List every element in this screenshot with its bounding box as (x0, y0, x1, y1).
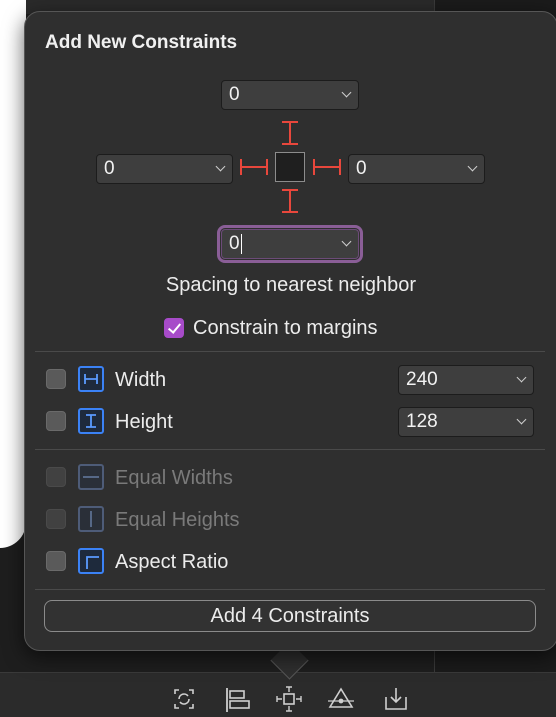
equal-heights-icon (78, 506, 104, 532)
bottom-spacing-dropdown[interactable]: 0 (217, 225, 363, 263)
canvas-view-background (0, 0, 26, 548)
bottom-strut-cap[interactable] (282, 211, 298, 213)
divider (35, 449, 545, 450)
width-value-dropdown[interactable]: 240 (398, 365, 534, 395)
chevron-down-icon (467, 161, 478, 172)
top-strut[interactable] (289, 121, 291, 145)
aspect-ratio-icon (78, 548, 104, 574)
equal-heights-label: Equal Heights (115, 509, 240, 531)
align-icon[interactable] (223, 685, 251, 713)
bottom-strut[interactable] (289, 189, 291, 213)
right-spacing-value: 0 (356, 158, 367, 179)
width-label: Width (115, 369, 167, 391)
right-strut[interactable] (313, 166, 341, 168)
width-checkbox[interactable] (46, 369, 66, 389)
height-checkbox[interactable] (46, 411, 66, 431)
height-constraint-icon (78, 408, 104, 434)
equal-widths-icon (78, 464, 104, 490)
left-spacing-value: 0 (104, 158, 115, 179)
right-strut-cap[interactable] (339, 159, 341, 175)
chevron-down-icon (516, 372, 527, 383)
constrain-to-margins-label: Constrain to margins (193, 317, 378, 339)
top-strut-cap[interactable] (282, 143, 298, 145)
spacing-caption: Spacing to nearest neighbor (165, 274, 417, 296)
width-constraint-icon (78, 366, 104, 392)
equal-widths-label: Equal Widths (115, 467, 233, 489)
chevron-down-icon (341, 236, 352, 247)
chevron-down-icon (516, 414, 527, 425)
resolve-autolayout-icon[interactable] (327, 685, 355, 713)
height-value-dropdown[interactable]: 128 (398, 407, 534, 437)
bottom-spacing-value: 0 (229, 233, 240, 254)
aspect-ratio-checkbox[interactable] (46, 551, 66, 571)
chevron-down-icon (341, 87, 352, 98)
left-strut[interactable] (240, 166, 268, 168)
equal-widths-checkbox[interactable] (46, 467, 66, 487)
update-frames-icon[interactable] (170, 685, 198, 713)
chevron-down-icon (215, 161, 226, 172)
top-spacing-value: 0 (229, 84, 240, 105)
add-constraints-popover: Add New Constraints 0 0 0 0 Spacing to n… (24, 11, 556, 651)
divider (35, 351, 545, 352)
popover-title: Add New Constraints (45, 32, 238, 53)
left-strut-cap[interactable] (266, 159, 268, 175)
height-label: Height (115, 411, 173, 433)
aspect-ratio-label: Aspect Ratio (115, 551, 229, 573)
constrain-to-margins-checkbox[interactable] (164, 318, 184, 338)
selected-view-box (275, 152, 305, 182)
add-constraints-button[interactable]: Add 4 Constraints (44, 600, 536, 632)
text-caret (240, 234, 243, 254)
canvas-bottom-toolbar (0, 672, 556, 717)
equal-heights-checkbox[interactable] (46, 509, 66, 529)
right-spacing-dropdown[interactable]: 0 (348, 154, 485, 184)
divider (35, 589, 545, 590)
add-constraints-icon[interactable] (275, 685, 303, 713)
left-spacing-dropdown[interactable]: 0 (96, 154, 233, 184)
top-spacing-dropdown[interactable]: 0 (221, 80, 359, 110)
height-value: 128 (406, 411, 438, 432)
embed-in-icon[interactable] (382, 685, 410, 713)
width-value: 240 (406, 369, 438, 390)
